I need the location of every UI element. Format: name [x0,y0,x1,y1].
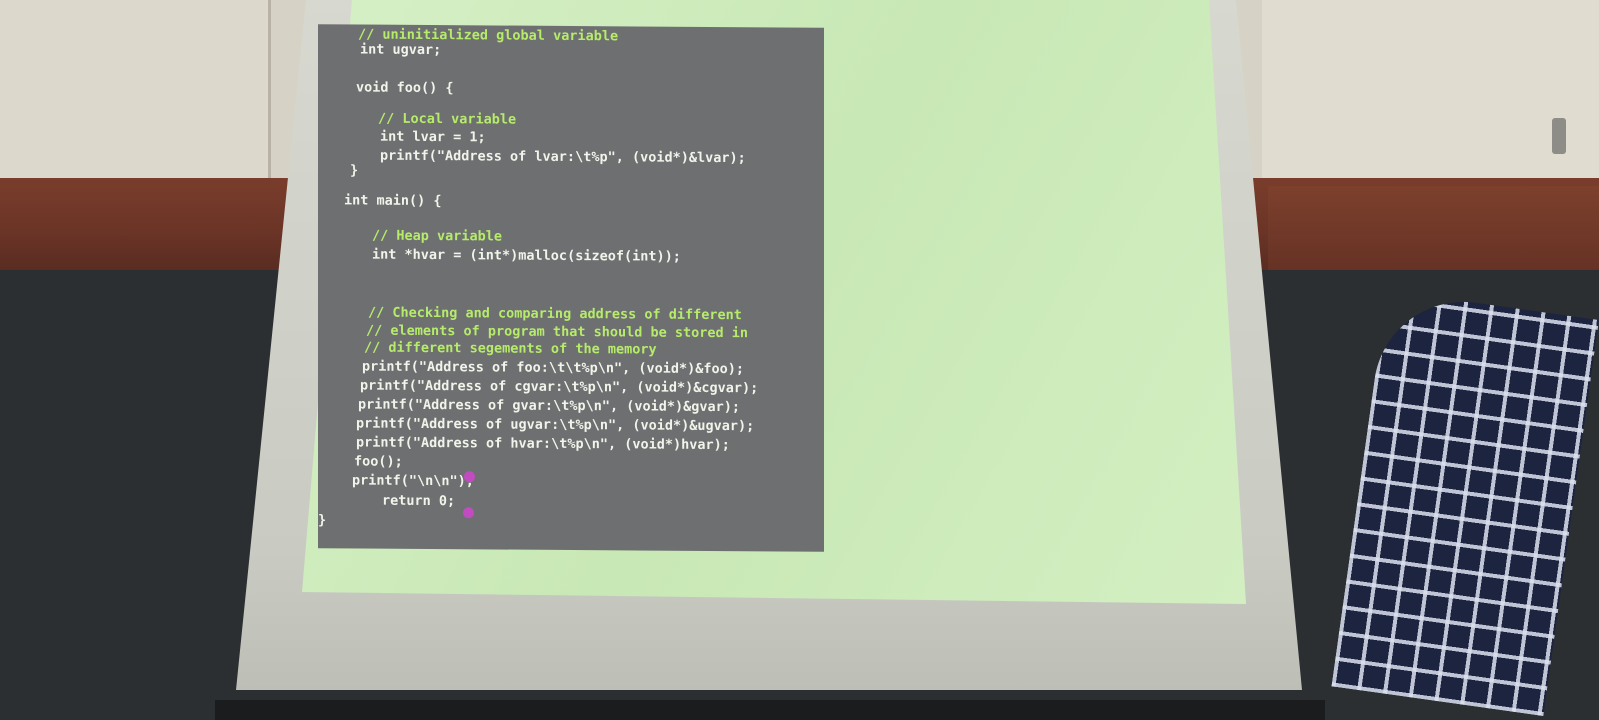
code-line: // elements of program that should be st… [366,322,749,342]
code-line: // Heap variable [372,227,503,245]
code-line: printf("Address of ugvar:\t%p\n", (void*… [356,415,755,435]
code-line: void foo() { [356,79,454,97]
wall-panel-right [1262,0,1599,186]
code-editor: // uninitialized global variable int ugva… [318,24,824,552]
code-line: int main() { [344,192,442,210]
classroom-scene: // uninitialized global variable int ugva… [0,0,1599,720]
code-line: foo(); [354,453,403,470]
cursor-marker-bottom [463,507,474,519]
cursor-marker-top [464,471,475,483]
code-line: printf("Address of foo:\t\t%p\n", (void*… [362,358,745,378]
code-line: int ugvar; [360,41,442,59]
code-line: } [350,162,359,179]
code-line: int *hvar = (int*)malloc(sizeof(int)); [372,246,681,265]
code-line: return 0; [382,492,456,510]
wall-panel-left [0,0,271,180]
screen-base [215,700,1325,720]
code-line: printf("Address of cgvar:\t%p\n", (void*… [360,377,759,397]
wooden-ledge-right [1268,186,1599,278]
code-line: printf("Address of gvar:\t%p\n", (void*)… [358,396,741,416]
code-line: // Checking and comparing address of dif… [368,304,742,324]
code-line: int lvar = 1; [380,128,486,146]
code-line: } [318,512,327,529]
wall-switch [1552,118,1566,154]
code-line: // Local variable [378,110,517,128]
code-line: printf("Address of hvar:\t%p\n", (void*)… [356,434,730,454]
code-line: printf("Address of lvar:\t%p", (void*)&l… [380,147,746,167]
code-line: printf("\n\n"); [352,472,474,490]
code-line: // different segements of the memory [364,339,657,358]
